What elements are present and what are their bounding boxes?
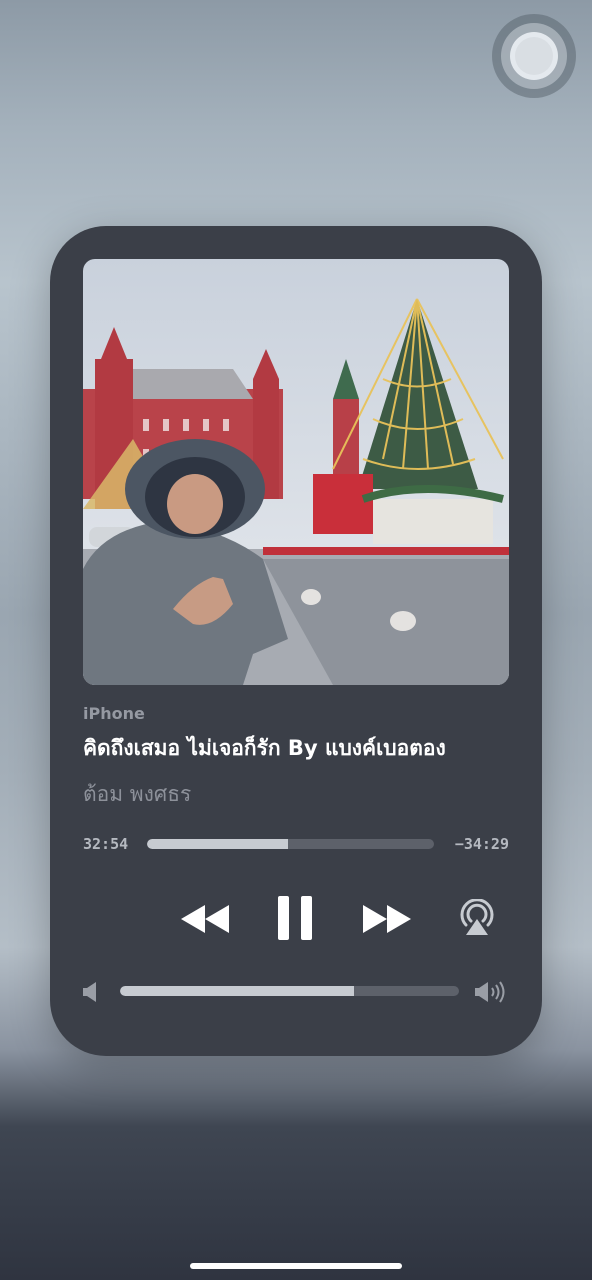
output-device-label: iPhone [83, 704, 145, 723]
pause-icon [278, 896, 312, 940]
volume-slider[interactable] [120, 986, 459, 996]
elapsed-time: 32:54 [83, 835, 129, 853]
song-title: คิดถึงเสมอ ไม่เจอก็รัก By แบงค์เบอตอง [83, 736, 446, 760]
rewind-button[interactable] [178, 899, 232, 939]
airplay-icon [460, 899, 494, 935]
playback-scrubber[interactable] [147, 839, 434, 849]
now-playing-card: iPhone คิดถึงเสมอ ไม่เจอก็รัก By แบงค์เบ… [50, 226, 542, 1056]
fast-forward-button[interactable] [360, 899, 414, 939]
home-indicator[interactable] [190, 1263, 402, 1269]
airplay-button[interactable] [454, 895, 500, 941]
artist-name: ต้อม พงศธร [83, 782, 192, 806]
volume-level-fill [120, 986, 354, 996]
album-artwork [83, 259, 509, 685]
fast-forward-icon [363, 905, 411, 933]
speaker-low-icon [83, 982, 96, 1002]
volume-control [50, 978, 542, 1006]
assistive-touch-button[interactable] [492, 14, 576, 98]
transport-controls [50, 891, 542, 945]
rewind-icon [181, 905, 229, 933]
remaining-time: −34:29 [454, 835, 509, 853]
speaker-high-icon [475, 981, 505, 1003]
playback-progress-fill [147, 839, 288, 849]
pause-button[interactable] [272, 893, 318, 943]
